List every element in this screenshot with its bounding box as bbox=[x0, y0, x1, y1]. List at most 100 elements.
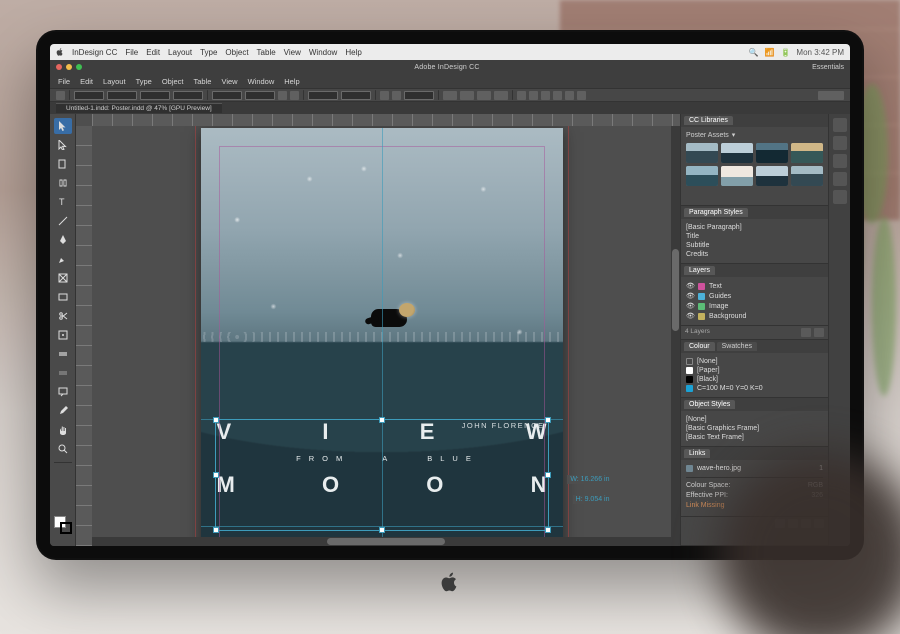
menu-help[interactable]: Help bbox=[284, 77, 299, 86]
mac-menu-object[interactable]: Object bbox=[225, 48, 248, 57]
fill-frame-button[interactable] bbox=[494, 91, 508, 100]
flip-h-button[interactable] bbox=[278, 91, 287, 100]
align-right-button[interactable] bbox=[541, 91, 550, 100]
layer-row[interactable]: 👁Image bbox=[686, 301, 823, 311]
free-transform-tool[interactable] bbox=[54, 327, 72, 343]
tab-colour[interactable]: Colour bbox=[684, 342, 715, 351]
menu-window[interactable]: Window bbox=[248, 77, 275, 86]
scrollbar-vertical[interactable] bbox=[671, 126, 680, 537]
mac-menu-view[interactable]: View bbox=[284, 48, 301, 57]
eyedropper-tool[interactable] bbox=[54, 403, 72, 419]
apple-logo-icon[interactable] bbox=[56, 48, 64, 56]
scale-y-field[interactable] bbox=[245, 91, 275, 100]
y-field[interactable] bbox=[107, 91, 137, 100]
library-thumbnail[interactable] bbox=[791, 143, 823, 163]
layer-row[interactable]: 👁Guides bbox=[686, 291, 823, 301]
menu-file[interactable]: File bbox=[58, 77, 70, 86]
effects-panel-icon[interactable] bbox=[833, 154, 847, 168]
library-thumbnail[interactable] bbox=[686, 143, 718, 163]
battery-icon[interactable]: 🔋 bbox=[780, 48, 790, 57]
object-style[interactable]: [None] bbox=[686, 415, 823, 424]
mac-menu-layout[interactable]: Layout bbox=[168, 48, 192, 57]
layer-row[interactable]: 👁Background bbox=[686, 311, 823, 321]
align-bottom-button[interactable] bbox=[577, 91, 586, 100]
selection-box[interactable] bbox=[215, 419, 549, 531]
tab-object-styles[interactable]: Object Styles bbox=[684, 400, 735, 409]
page[interactable]: JOHN FLORENCE V I E W FROM bbox=[201, 128, 563, 537]
visibility-icon[interactable]: 👁 bbox=[686, 312, 694, 320]
window-close-button[interactable] bbox=[56, 64, 62, 70]
object-style[interactable]: [Basic Graphics Frame] bbox=[686, 424, 823, 433]
visibility-icon[interactable]: 👁 bbox=[686, 302, 694, 310]
canvas[interactable]: JOHN FLORENCE V I E W FROM bbox=[76, 114, 680, 546]
fill-swatch[interactable] bbox=[380, 91, 389, 100]
layer-row[interactable]: 👁Text bbox=[686, 281, 823, 291]
stroke-panel-icon[interactable] bbox=[833, 136, 847, 150]
flip-v-button[interactable] bbox=[290, 91, 299, 100]
library-thumbnail[interactable] bbox=[721, 166, 753, 186]
menubar-clock[interactable]: Mon 3:42 PM bbox=[796, 48, 844, 57]
mac-menu-window[interactable]: Window bbox=[309, 48, 337, 57]
center-content-button[interactable] bbox=[477, 91, 491, 100]
window-minimize-button[interactable] bbox=[66, 64, 72, 70]
paragraph-style[interactable]: [Basic Paragraph] bbox=[686, 223, 823, 232]
tab-layers[interactable]: Layers bbox=[684, 266, 715, 275]
align-panel-icon[interactable] bbox=[833, 190, 847, 204]
menu-type[interactable]: Type bbox=[136, 77, 152, 86]
swatch-row[interactable]: [Black] bbox=[686, 375, 823, 384]
type-tool[interactable]: T bbox=[54, 194, 72, 210]
swatch-row[interactable]: C=100 M=0 Y=0 K=0 bbox=[686, 384, 823, 393]
mac-menu-table[interactable]: Table bbox=[257, 48, 276, 57]
library-thumbnail[interactable] bbox=[756, 166, 788, 186]
tab-paragraph-styles[interactable]: Paragraph Styles bbox=[684, 208, 748, 217]
menu-table[interactable]: Table bbox=[194, 77, 212, 86]
fit-content-button[interactable] bbox=[443, 91, 457, 100]
w-field[interactable] bbox=[140, 91, 170, 100]
delete-layer-button[interactable] bbox=[814, 328, 824, 337]
align-left-button[interactable] bbox=[517, 91, 526, 100]
shear-field[interactable] bbox=[341, 91, 371, 100]
line-tool[interactable] bbox=[54, 213, 72, 229]
rectangle-frame-tool[interactable] bbox=[54, 270, 72, 286]
fit-frame-button[interactable] bbox=[460, 91, 474, 100]
library-thumbnail[interactable] bbox=[721, 143, 753, 163]
mac-menu-app[interactable]: InDesign CC bbox=[72, 48, 117, 57]
fill-stroke-proxy[interactable] bbox=[54, 516, 72, 542]
direct-selection-tool[interactable] bbox=[54, 137, 72, 153]
library-thumbnail[interactable] bbox=[756, 143, 788, 163]
visibility-icon[interactable]: 👁 bbox=[686, 282, 694, 290]
hand-tool[interactable] bbox=[54, 422, 72, 438]
swatch-row[interactable]: [None] bbox=[686, 357, 823, 366]
menu-edit[interactable]: Edit bbox=[80, 77, 93, 86]
align-vcenter-button[interactable] bbox=[565, 91, 574, 100]
menu-object[interactable]: Object bbox=[162, 77, 184, 86]
pencil-tool[interactable] bbox=[54, 251, 72, 267]
paragraph-style[interactable]: Title bbox=[686, 232, 823, 241]
align-hcenter-button[interactable] bbox=[529, 91, 538, 100]
ruler-vertical[interactable] bbox=[76, 126, 92, 546]
tab-swatches[interactable]: Swatches bbox=[717, 342, 757, 351]
mac-menu-file[interactable]: File bbox=[125, 48, 138, 57]
scrollbar-horizontal[interactable] bbox=[92, 537, 680, 546]
x-field[interactable] bbox=[74, 91, 104, 100]
library-thumbnail[interactable] bbox=[686, 166, 718, 186]
rectangle-tool[interactable] bbox=[54, 289, 72, 305]
mac-menu-help[interactable]: Help bbox=[345, 48, 361, 57]
pen-tool[interactable] bbox=[54, 232, 72, 248]
stroke-swatch[interactable] bbox=[392, 91, 401, 100]
chevron-down-icon[interactable]: ▾ bbox=[732, 131, 736, 139]
pasteboard[interactable]: JOHN FLORENCE V I E W FROM bbox=[92, 126, 671, 537]
note-tool[interactable] bbox=[54, 384, 72, 400]
visibility-icon[interactable]: 👁 bbox=[686, 292, 694, 300]
mac-menu-type[interactable]: Type bbox=[200, 48, 217, 57]
gradient-feather-tool[interactable] bbox=[54, 365, 72, 381]
swatch-row[interactable]: [Paper] bbox=[686, 366, 823, 375]
spotlight-icon[interactable]: 🔍 bbox=[749, 48, 759, 57]
paragraph-style[interactable]: Subtitle bbox=[686, 241, 823, 250]
mac-menu-edit[interactable]: Edit bbox=[146, 48, 160, 57]
text-wrap-panel-icon[interactable] bbox=[833, 172, 847, 186]
selection-tool[interactable] bbox=[54, 118, 72, 134]
gap-tool[interactable] bbox=[54, 175, 72, 191]
window-zoom-button[interactable] bbox=[76, 64, 82, 70]
rotate-field[interactable] bbox=[308, 91, 338, 100]
